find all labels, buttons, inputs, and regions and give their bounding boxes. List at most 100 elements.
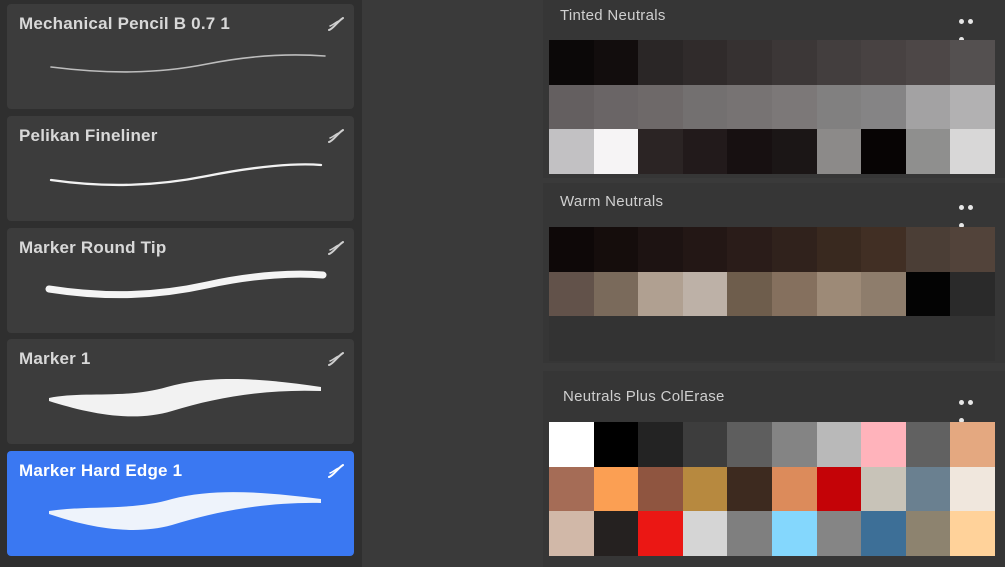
- color-swatch[interactable]: [549, 84, 594, 130]
- color-swatch[interactable]: [549, 271, 594, 317]
- color-swatch[interactable]: [771, 466, 817, 512]
- color-swatch[interactable]: [727, 227, 772, 272]
- color-swatch[interactable]: [727, 84, 772, 130]
- color-swatch[interactable]: [771, 40, 817, 85]
- color-swatch[interactable]: [861, 422, 906, 467]
- color-swatch[interactable]: [771, 511, 817, 557]
- color-swatch[interactable]: [593, 129, 639, 175]
- color-swatch[interactable]: [771, 227, 817, 272]
- color-swatch[interactable]: [905, 466, 951, 512]
- color-swatch[interactable]: [593, 84, 639, 130]
- more-dots-icon[interactable]: [959, 11, 985, 42]
- color-swatch[interactable]: [950, 316, 995, 362]
- color-swatch[interactable]: [950, 227, 995, 272]
- color-swatch[interactable]: [905, 129, 951, 175]
- color-swatch[interactable]: [861, 511, 906, 557]
- color-swatch[interactable]: [950, 466, 995, 512]
- color-swatch[interactable]: [771, 84, 817, 130]
- color-swatch[interactable]: [861, 129, 906, 175]
- color-swatch[interactable]: [682, 129, 728, 175]
- color-swatch[interactable]: [727, 40, 772, 85]
- color-swatch[interactable]: [816, 40, 862, 85]
- color-swatch[interactable]: [861, 84, 906, 130]
- color-swatch[interactable]: [682, 511, 728, 557]
- color-swatch[interactable]: [682, 40, 728, 85]
- color-swatch[interactable]: [950, 129, 995, 175]
- brush-name: Pelikan Fineliner: [19, 126, 158, 145]
- color-swatch[interactable]: [593, 422, 639, 467]
- color-swatch[interactable]: [816, 466, 862, 512]
- color-swatch[interactable]: [593, 40, 639, 85]
- color-swatch[interactable]: [861, 40, 906, 85]
- color-swatch[interactable]: [549, 40, 594, 85]
- color-swatch[interactable]: [861, 271, 906, 317]
- color-swatch[interactable]: [861, 227, 906, 272]
- color-swatch[interactable]: [771, 271, 817, 317]
- color-swatch[interactable]: [905, 227, 951, 272]
- color-swatch[interactable]: [950, 84, 995, 130]
- color-swatch[interactable]: [771, 316, 817, 362]
- color-swatch[interactable]: [816, 129, 862, 175]
- color-swatch[interactable]: [682, 271, 728, 317]
- color-swatch[interactable]: [950, 40, 995, 85]
- color-swatch[interactable]: [950, 271, 995, 317]
- color-swatch[interactable]: [638, 84, 683, 130]
- color-swatch[interactable]: [816, 511, 862, 557]
- color-swatch[interactable]: [727, 466, 772, 512]
- brush-stroke-preview: [50, 54, 326, 73]
- color-swatch[interactable]: [638, 511, 683, 557]
- brush-item-marker-round-tip[interactable]: Marker Round Tip: [7, 228, 354, 333]
- color-swatch[interactable]: [593, 511, 639, 557]
- color-swatch[interactable]: [593, 271, 639, 317]
- color-swatch[interactable]: [771, 422, 817, 467]
- color-swatch[interactable]: [905, 511, 951, 557]
- color-swatch[interactable]: [861, 316, 906, 362]
- color-swatch[interactable]: [816, 271, 862, 317]
- more-dots-icon[interactable]: [959, 197, 985, 228]
- color-swatch[interactable]: [905, 316, 951, 362]
- color-swatch[interactable]: [549, 466, 594, 512]
- color-swatch[interactable]: [593, 466, 639, 512]
- color-swatch[interactable]: [593, 227, 639, 272]
- brush-item-marker-hard-edge-1[interactable]: Marker Hard Edge 1: [7, 451, 354, 556]
- color-swatch[interactable]: [549, 422, 594, 467]
- color-swatch[interactable]: [816, 227, 862, 272]
- color-swatch[interactable]: [593, 316, 639, 362]
- color-swatch[interactable]: [549, 227, 594, 272]
- color-swatch[interactable]: [638, 422, 683, 467]
- color-swatch[interactable]: [816, 316, 862, 362]
- color-swatch[interactable]: [905, 271, 951, 317]
- color-swatch[interactable]: [816, 84, 862, 130]
- color-swatch[interactable]: [727, 422, 772, 467]
- color-swatch[interactable]: [638, 129, 683, 175]
- color-swatch[interactable]: [638, 227, 683, 272]
- color-swatch[interactable]: [905, 84, 951, 130]
- brush-item-mechanical-pencil[interactable]: Mechanical Pencil B 0.7 1: [7, 4, 354, 109]
- brush-item-marker-1[interactable]: Marker 1: [7, 339, 354, 444]
- color-swatch[interactable]: [727, 316, 772, 362]
- color-swatch[interactable]: [682, 84, 728, 130]
- color-swatch[interactable]: [549, 129, 594, 175]
- color-swatch[interactable]: [771, 129, 817, 175]
- color-swatch[interactable]: [950, 511, 995, 557]
- color-swatch[interactable]: [682, 316, 728, 362]
- color-swatch[interactable]: [727, 511, 772, 557]
- color-swatch[interactable]: [638, 466, 683, 512]
- color-swatch[interactable]: [950, 422, 995, 467]
- color-swatch[interactable]: [816, 422, 862, 467]
- color-swatch[interactable]: [549, 316, 594, 362]
- color-swatch[interactable]: [549, 511, 594, 557]
- color-swatch[interactable]: [638, 40, 683, 85]
- color-swatch[interactable]: [682, 422, 728, 467]
- color-swatch[interactable]: [682, 466, 728, 512]
- brush-item-pelikan-fineliner[interactable]: Pelikan Fineliner: [7, 116, 354, 221]
- more-dots-icon[interactable]: [959, 392, 985, 423]
- color-swatch[interactable]: [727, 129, 772, 175]
- color-swatch[interactable]: [638, 271, 683, 317]
- color-swatch[interactable]: [638, 316, 683, 362]
- color-swatch[interactable]: [905, 40, 951, 85]
- color-swatch[interactable]: [727, 271, 772, 317]
- color-swatch[interactable]: [861, 466, 906, 512]
- color-swatch[interactable]: [905, 422, 951, 467]
- color-swatch[interactable]: [682, 227, 728, 272]
